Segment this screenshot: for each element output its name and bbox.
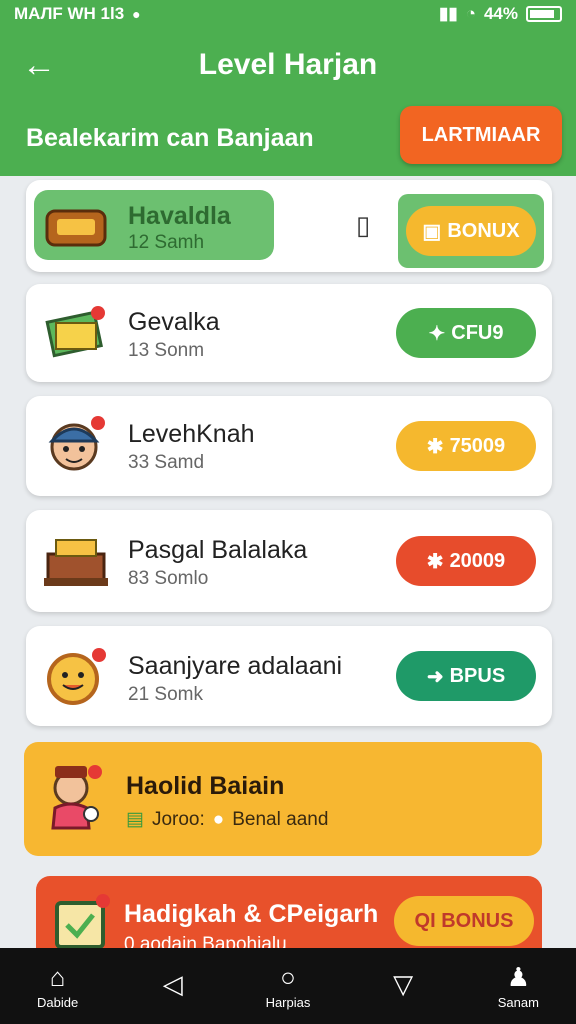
page-subtitle: Bealekarim can Banjaan bbox=[26, 124, 314, 152]
calendar-check-icon bbox=[46, 886, 118, 948]
list-item[interactable]: LevehKnah 33 Samd ✱ 75009 bbox=[26, 396, 552, 496]
nav-label: Sanam bbox=[497, 994, 539, 1010]
arrow-icon: ➜ bbox=[426, 665, 444, 688]
gift-icon: ▣ bbox=[422, 220, 442, 243]
sun-character-icon bbox=[40, 640, 112, 712]
notification-icon: ● bbox=[132, 6, 141, 22]
nav-home[interactable]: ⌂ Dabide bbox=[8, 963, 108, 1010]
status-carrier: MAЛF WH 1l3 bbox=[14, 4, 125, 23]
gift-box-icon bbox=[40, 525, 112, 597]
nav-label: Dabide bbox=[36, 994, 79, 1010]
row-title: LevehKnah bbox=[128, 420, 255, 448]
pill-label: 75009 bbox=[449, 434, 506, 457]
row-subtitle: 12 Samh bbox=[128, 232, 205, 253]
star-icon: ✦ bbox=[428, 322, 446, 345]
header-action-button[interactable]: LARTMIAAR bbox=[400, 106, 562, 164]
list-item[interactable]: Gevalka 13 Sonm ✦ CFU9 bbox=[26, 284, 552, 382]
bonus-button[interactable]: QI BONUS bbox=[394, 896, 534, 946]
nav-main[interactable]: ○ Harpias bbox=[238, 963, 338, 1010]
star-icon: ✱ bbox=[426, 550, 444, 573]
promo-card[interactable]: Hadigkah & CPeigarh 0 aodain Bapohialu Q… bbox=[36, 876, 542, 948]
highlight-card[interactable]: Haolid Baiain ▤ Joroo: ● Benal aand bbox=[24, 742, 542, 856]
person-icon: ♟ bbox=[506, 961, 530, 992]
money-icon bbox=[40, 297, 112, 369]
row-title: Pasgal Balalaka bbox=[128, 536, 308, 564]
row-title: Haolid Baiain bbox=[126, 772, 285, 800]
nav-back[interactable]: ◁ bbox=[123, 970, 223, 1002]
home-icon: ⌂ bbox=[49, 961, 66, 992]
reward-button[interactable]: ➜ BPUS bbox=[396, 651, 536, 701]
star-icon: ✱ bbox=[426, 435, 444, 458]
nav-down[interactable]: ▽ bbox=[353, 970, 453, 1002]
list-item[interactable]: Havaldla 12 Samh ▯ ▣ BONUX bbox=[26, 180, 552, 272]
status-left: MAЛF WH 1l3 ● bbox=[14, 4, 141, 24]
avatar-boy-icon bbox=[40, 410, 112, 482]
reward-button[interactable]: ✱ 20009 bbox=[396, 536, 536, 586]
row-title: Saanjyare adalaani bbox=[128, 652, 343, 680]
level-list: Havaldla 12 Samh ▯ ▣ BONUX Gevalka 13 So… bbox=[0, 176, 576, 948]
circle-home-icon: ○ bbox=[280, 961, 296, 992]
pill-label: 20009 bbox=[449, 549, 506, 572]
row-subtitle: 13 Sonm bbox=[128, 340, 205, 361]
pill-label: BONUX bbox=[447, 219, 520, 242]
chat-icon: ● bbox=[212, 808, 225, 830]
back-triangle-icon: ◁ bbox=[162, 969, 183, 999]
avatar-girl-icon bbox=[38, 762, 110, 834]
reward-button[interactable]: ✱ 75009 bbox=[396, 421, 536, 471]
nav-profile[interactable]: ♟ Sanam bbox=[468, 963, 568, 1010]
sub-label-a: Joroo: bbox=[151, 808, 205, 830]
sub-label-b: Benal aand bbox=[232, 808, 329, 830]
row-title: Havaldla bbox=[128, 202, 231, 230]
signal-icon: ▮▮ bbox=[438, 4, 458, 23]
battery-icon bbox=[526, 6, 562, 22]
bonus-button[interactable]: ▣ BONUX bbox=[406, 206, 536, 256]
row-subtitle: ▤ Joroo: ● Benal aand bbox=[126, 808, 328, 831]
row-title: Gevalka bbox=[128, 308, 220, 336]
row-subtitle: 21 Somk bbox=[128, 684, 203, 705]
page-title: Level Harjan bbox=[198, 48, 378, 81]
bottom-nav: ⌂ Dabide ◁ ○ Harpias ▽ ♟ Sanam bbox=[0, 948, 576, 1024]
cash-icon: ▤ bbox=[126, 809, 144, 830]
row-subtitle: 33 Samd bbox=[128, 452, 205, 473]
row-subtitle: 83 Somlo bbox=[128, 568, 209, 589]
chest-icon bbox=[40, 190, 112, 262]
pill-label: BPUS bbox=[449, 664, 506, 687]
app-header: ← Level Harjan Bealekarim can Banjaan LA… bbox=[0, 28, 576, 176]
status-bar: MAЛF WH 1l3 ● ▮▮ ◔ 44% bbox=[0, 0, 576, 28]
status-right: ▮▮ ◔ 44% bbox=[439, 4, 562, 24]
row-title: Hadigkah & CPeigarh bbox=[124, 900, 379, 928]
down-triangle-icon: ▽ bbox=[393, 969, 414, 999]
row-subtitle: 0 aodain Bapohialu bbox=[124, 934, 287, 948]
list-item[interactable]: Saanjyare adalaani 21 Somk ➜ BPUS bbox=[26, 626, 552, 726]
nav-label: Harpias bbox=[265, 994, 311, 1010]
reward-button[interactable]: ✦ CFU9 bbox=[396, 308, 536, 358]
wifi-icon: ◔ bbox=[465, 4, 476, 23]
pill-label: CFU9 bbox=[451, 321, 504, 344]
battery-percent: 44% bbox=[483, 4, 518, 23]
phone-icon: ▯ bbox=[356, 210, 371, 240]
list-item[interactable]: Pasgal Balalaka 83 Somlo ✱ 20009 bbox=[26, 510, 552, 612]
